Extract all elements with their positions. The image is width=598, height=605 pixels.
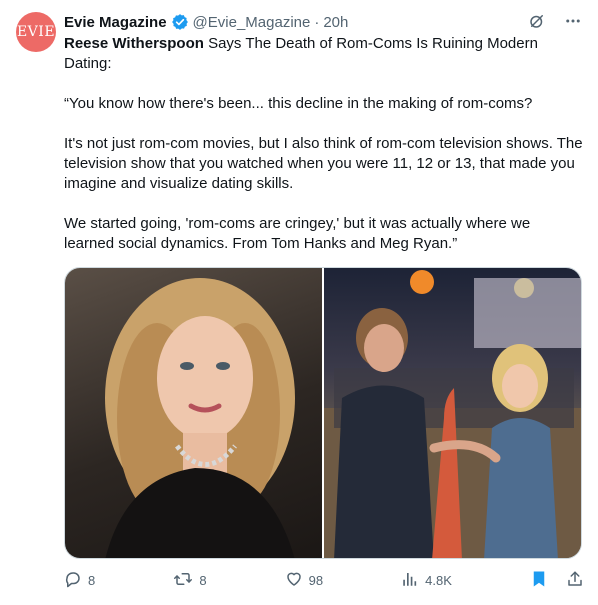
tweet-paragraph: It's not just rom-com movies, but I also…: [64, 135, 583, 192]
like-count: 98: [308, 572, 324, 588]
like-button[interactable]: 98: [285, 570, 323, 591]
share-icon[interactable]: [566, 570, 584, 591]
verified-badge-icon: [171, 13, 189, 31]
reply-icon: [64, 570, 82, 591]
views-button[interactable]: 4.8K: [401, 570, 452, 591]
user-handle[interactable]: @Evie_Magazine: [193, 14, 311, 31]
timestamp[interactable]: 20h: [323, 14, 348, 31]
more-icon[interactable]: [564, 12, 582, 30]
tweet-paragraph: We started going, 'rom-coms are cringey,…: [64, 215, 531, 252]
repost-count: 8: [199, 572, 207, 588]
tweet: EVIE Evie Magazine @Evie_Magazine · 20h …: [0, 0, 598, 605]
top-actions: [528, 12, 582, 30]
action-bar-right: [530, 570, 584, 591]
views-count: 4.8K: [425, 572, 452, 588]
display-name[interactable]: Evie Magazine: [64, 14, 167, 31]
views-icon: [401, 570, 419, 591]
tweet-text: Reese Witherspoon Says The Death of Rom-…: [64, 34, 584, 254]
bookmark-icon[interactable]: [530, 570, 548, 591]
photo-portrait[interactable]: [65, 268, 322, 558]
reply-button[interactable]: 8: [64, 570, 95, 591]
photo-dance-scene[interactable]: [324, 268, 581, 558]
repost-button[interactable]: 8: [173, 570, 207, 591]
separator-dot: ·: [314, 13, 320, 31]
grok-icon[interactable]: [528, 12, 546, 30]
avatar-logo: EVIE: [16, 24, 56, 40]
like-icon: [285, 570, 303, 591]
repost-icon: [173, 570, 193, 591]
reply-count: 8: [88, 572, 96, 588]
media-grid: [64, 267, 582, 559]
tweet-headline-bold: Reese Witherspoon: [64, 35, 204, 52]
tweet-headline: Reese Witherspoon Says The Death of Rom-…: [64, 34, 584, 74]
action-bar: 8 8 98 4.8K: [64, 570, 584, 590]
avatar[interactable]: EVIE: [16, 12, 56, 52]
tweet-paragraph: “You know how there's been... this decli…: [64, 95, 533, 112]
tweet-header: Evie Magazine @Evie_Magazine · 20h: [64, 12, 348, 32]
